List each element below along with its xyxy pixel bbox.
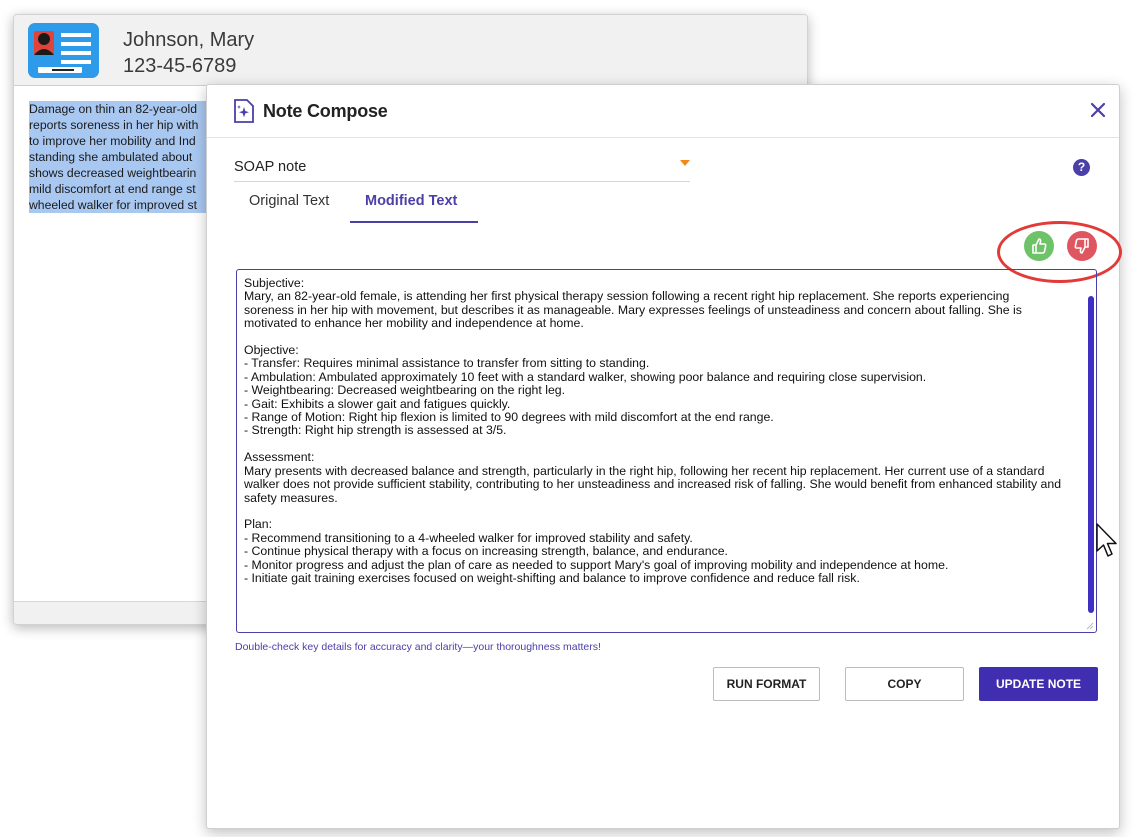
note-scrollbar[interactable] [1088,296,1094,613]
id-card-icon [28,23,99,78]
modified-note-text: Subjective: Mary, an 82-year-old female,… [244,276,1062,585]
copy-button[interactable]: COPY [845,667,964,701]
mouse-pointer-icon [1096,523,1117,557]
patient-ssn: 123-45-6789 [123,55,237,77]
patient-name: Johnson, Mary [123,29,255,51]
close-button[interactable] [1087,99,1109,121]
tab-original-text[interactable]: Original Text [249,193,329,209]
sparkle-note-icon [233,99,255,123]
original-text-line: mild discomfort at end range st [29,181,214,197]
original-text-line: reports soreness in her hip with [29,117,214,133]
caret-down-icon [680,160,690,166]
accuracy-hint: Double-check key details for accuracy an… [235,641,601,653]
tab-modified-text[interactable]: Modified Text [350,185,478,223]
note-compose-dialog: Note Compose SOAP note ? Original Text M… [206,84,1122,829]
patient-header: Johnson, Mary 123-45-6789 [14,15,807,86]
close-icon [1090,102,1106,118]
resize-grip-icon[interactable] [1086,622,1094,630]
original-text-line: to improve her mobility and Ind [29,133,214,149]
note-type-select[interactable]: SOAP note [234,151,690,182]
update-note-button[interactable]: UPDATE NOTE [979,667,1098,701]
original-text-line: wheeled walker for improved st [29,197,214,213]
original-note-text[interactable]: Damage on thin an 82-year-old reports so… [29,101,229,213]
dialog-title-bar: Note Compose [207,85,1119,138]
run-format-button[interactable]: RUN FORMAT [713,667,820,701]
original-text-line: standing she ambulated about [29,149,214,165]
modified-note-textarea[interactable]: Subjective: Mary, an 82-year-old female,… [236,269,1097,633]
tab-label: Modified Text [365,193,458,209]
original-text-line: shows decreased weightbearin [29,165,214,181]
original-text-line: Damage on thin an 82-year-old [29,101,214,117]
dialog-title: Note Compose [263,101,388,121]
note-type-value: SOAP note [234,159,307,175]
help-icon[interactable]: ? [1073,159,1090,176]
